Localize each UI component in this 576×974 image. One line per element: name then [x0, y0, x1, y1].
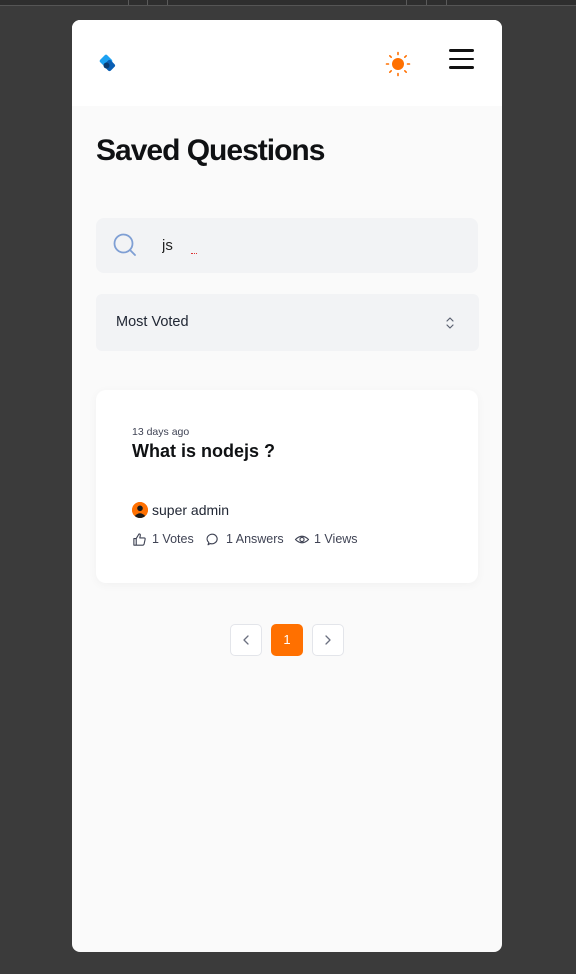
browser-top-strip — [0, 0, 576, 6]
sun-icon[interactable] — [385, 51, 411, 77]
question-timestamp: 13 days ago — [132, 426, 190, 438]
question-card: 13 days ago What is nodejs ? super admin… — [96, 390, 478, 583]
filter-select[interactable]: Most Voted — [96, 294, 479, 351]
mobile-viewport: Saved Questions Most Voted 13 days ago W… — [72, 20, 502, 952]
spellcheck-underline — [191, 252, 197, 254]
chevrons-up-down-icon — [443, 315, 457, 331]
answers-count: 1 Answers — [226, 532, 284, 546]
chevron-right-icon — [325, 635, 331, 645]
author-name: super admin — [152, 502, 230, 518]
views-count: 1 Views — [314, 532, 358, 546]
votes-count: 1 Votes — [152, 532, 194, 546]
previous-page-button[interactable] — [230, 624, 262, 656]
current-page-number: 1 — [271, 624, 303, 656]
local-search-bar — [96, 218, 478, 273]
search-input[interactable] — [162, 232, 462, 258]
devflow-logo-icon[interactable] — [96, 52, 120, 76]
search-icon — [113, 233, 137, 257]
message-icon — [206, 533, 218, 546]
top-navbar — [72, 20, 502, 106]
question-title-link[interactable]: What is nodejs ? — [132, 441, 275, 462]
like-icon — [133, 533, 146, 546]
next-page-button[interactable] — [312, 624, 344, 656]
eye-icon — [294, 535, 310, 544]
avatar — [132, 502, 148, 518]
filter-selected-value: Most Voted — [116, 314, 189, 330]
chevron-left-icon — [243, 635, 249, 645]
hamburger-menu-icon[interactable] — [449, 49, 475, 71]
page-title: Saved Questions — [96, 134, 325, 167]
